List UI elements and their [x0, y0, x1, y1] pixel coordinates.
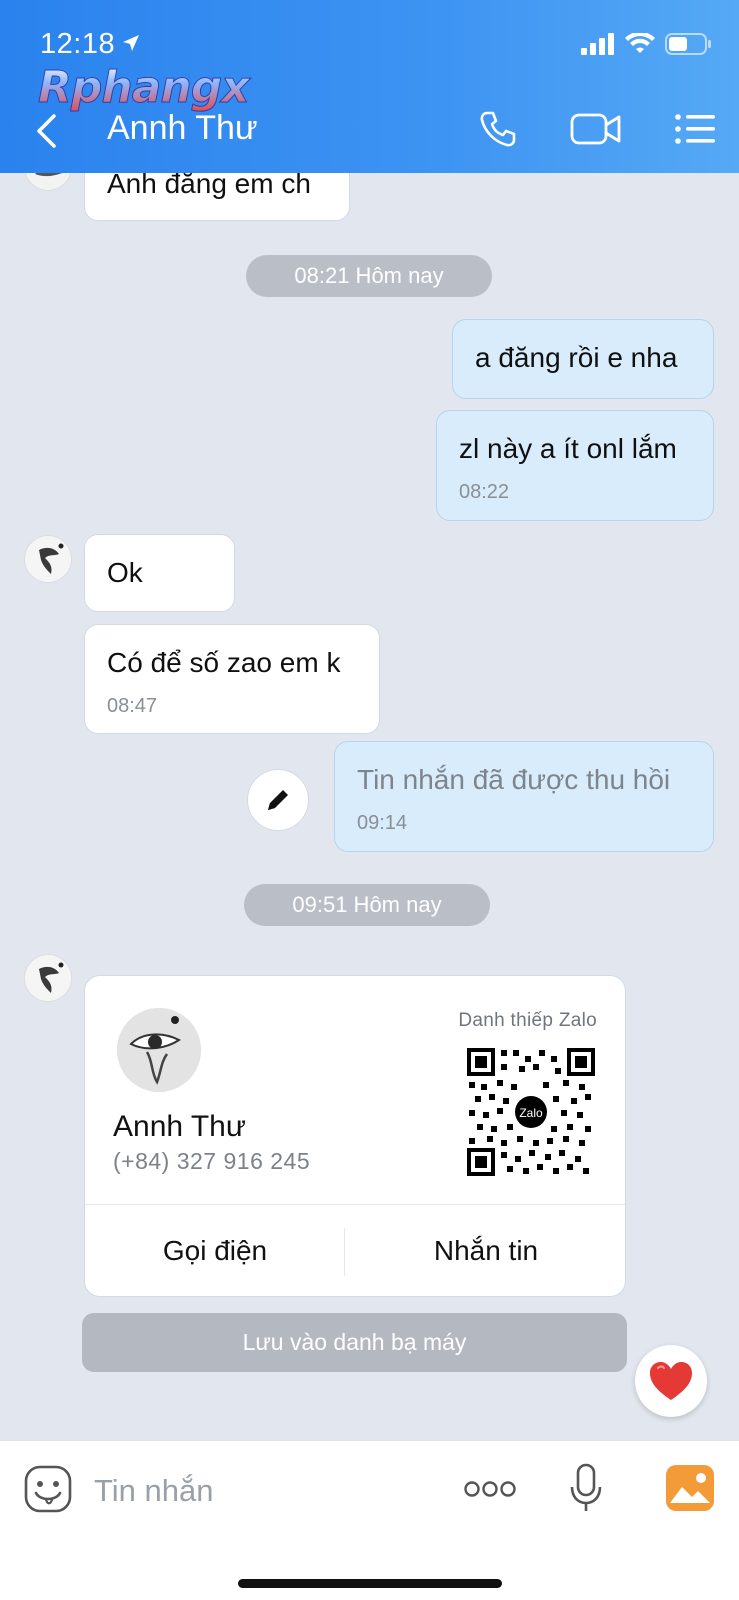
qr-code-icon[interactable]: Zalo [467, 1048, 595, 1176]
avatar-image-icon [25, 955, 71, 1001]
message-text: a đăng rồi e nha [475, 342, 678, 373]
menu-button[interactable] [674, 106, 716, 152]
edit-message-button[interactable] [247, 769, 309, 831]
avatar[interactable] [24, 954, 72, 1002]
avatar[interactable] [24, 535, 72, 583]
avatar-image-icon [25, 536, 71, 582]
message-text: Anh đăng em ch [107, 173, 311, 199]
message-bubble-outgoing[interactable]: zl này a ít onl lắm 08:22 [436, 410, 714, 521]
location-arrow-icon [123, 35, 139, 51]
card-name: Annh Thư [113, 1110, 246, 1143]
message-time: 09:14 [357, 812, 408, 834]
contact-name[interactable]: Annh Thư [107, 109, 258, 148]
signal-icon [581, 33, 614, 55]
chat-area[interactable]: Anh đăng em ch 08:21 Hôm nay a đăng rồi … [0, 173, 739, 1440]
back-button[interactable] [26, 108, 66, 154]
message-bubble-incoming[interactable]: Ok [84, 534, 235, 612]
call-button[interactable] [476, 106, 520, 152]
avatar-image-icon [35, 173, 63, 177]
date-separator: 08:21 Hôm nay [246, 255, 492, 297]
message-bubble-outgoing[interactable]: a đăng rồi e nha [452, 319, 714, 399]
pencil-icon [268, 790, 288, 810]
video-call-button[interactable] [570, 106, 622, 152]
microphone-icon[interactable] [569, 1463, 603, 1513]
video-camera-icon [570, 113, 621, 145]
qr-badge: Zalo [519, 1106, 543, 1120]
message-text: Ok [107, 557, 143, 588]
date-separator: 09:51 Hôm nay [244, 884, 490, 926]
react-button[interactable] [635, 1345, 707, 1417]
message-bubble-recalled[interactable]: Tin nhắn đã được thu hồi 09:14 [334, 741, 714, 852]
status-time: 12:18 [40, 28, 116, 60]
message-bubble-incoming[interactable]: Anh đăng em ch [84, 173, 350, 221]
watermark-logo: Rphangx [38, 62, 251, 114]
contact-card[interactable]: Annh Thư (+84) 327 916 245 Danh thiếp Za… [84, 975, 626, 1297]
message-text: zl này a ít onl lắm [459, 433, 677, 464]
message-input-bar: Tin nhắn [0, 1440, 739, 1600]
photo-gallery-icon[interactable] [666, 1465, 714, 1511]
card-avatar [117, 1008, 201, 1092]
battery-icon [665, 33, 711, 55]
avatar-image-icon [117, 1008, 201, 1092]
card-phone: (+84) 327 916 245 [113, 1148, 311, 1174]
heart-icon [650, 1362, 692, 1400]
wifi-icon [625, 33, 655, 53]
more-options-icon[interactable] [464, 1481, 516, 1497]
message-time: 08:22 [459, 481, 510, 503]
save-to-contacts-button[interactable]: Lưu vào danh bạ máy [82, 1313, 627, 1372]
sticker-icon[interactable] [24, 1465, 72, 1513]
card-message-button[interactable]: Nhắn tin [345, 1205, 625, 1296]
status-indicators [581, 32, 713, 56]
home-indicator [238, 1579, 502, 1588]
card-type-label: Danh thiếp Zalo [458, 1010, 597, 1031]
chat-header: 12:18 Rphangx Annh Thư [0, 0, 739, 173]
avatar[interactable] [24, 173, 72, 191]
card-call-button[interactable]: Gọi điện [85, 1205, 345, 1296]
message-text: Có để số zao em k [107, 647, 341, 678]
list-menu-icon [675, 114, 715, 144]
message-time: 08:47 [107, 695, 158, 717]
chevron-left-icon [37, 114, 56, 148]
message-input[interactable]: Tin nhắn [94, 1473, 214, 1509]
message-bubble-incoming[interactable]: Có để số zao em k 08:47 [84, 624, 380, 734]
phone-icon [480, 111, 516, 147]
message-text: Tin nhắn đã được thu hồi [357, 764, 671, 795]
